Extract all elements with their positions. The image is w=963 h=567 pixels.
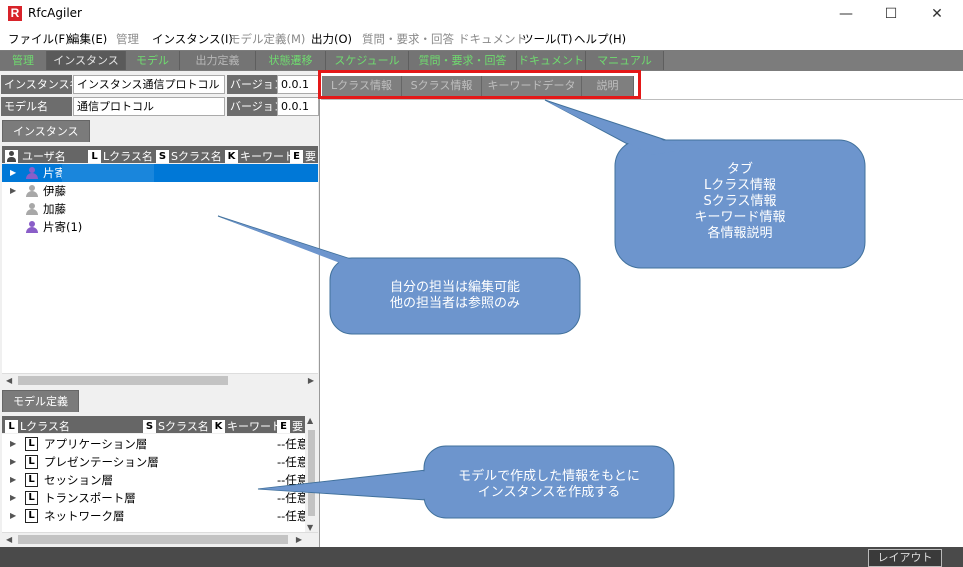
callout-edit-text: 自分の担当は編集可能 他の担当者は参照のみ bbox=[389, 280, 521, 311]
callout-model-text: モデルで作成した情報をもとに インスタンスを作成する bbox=[458, 469, 640, 500]
app-window: R RfcAgiler — ☐ ✕ ファイル(F) 編集(E) 管理 インスタン… bbox=[0, 0, 963, 567]
callout-tabs-text: タブ Lクラス情報 Sクラス情報 キーワード情報 各情報説明 bbox=[694, 162, 786, 241]
layout-button[interactable]: レイアウト bbox=[868, 549, 942, 567]
status-bar bbox=[0, 547, 963, 567]
callout-edit-shape bbox=[217, 215, 581, 335]
